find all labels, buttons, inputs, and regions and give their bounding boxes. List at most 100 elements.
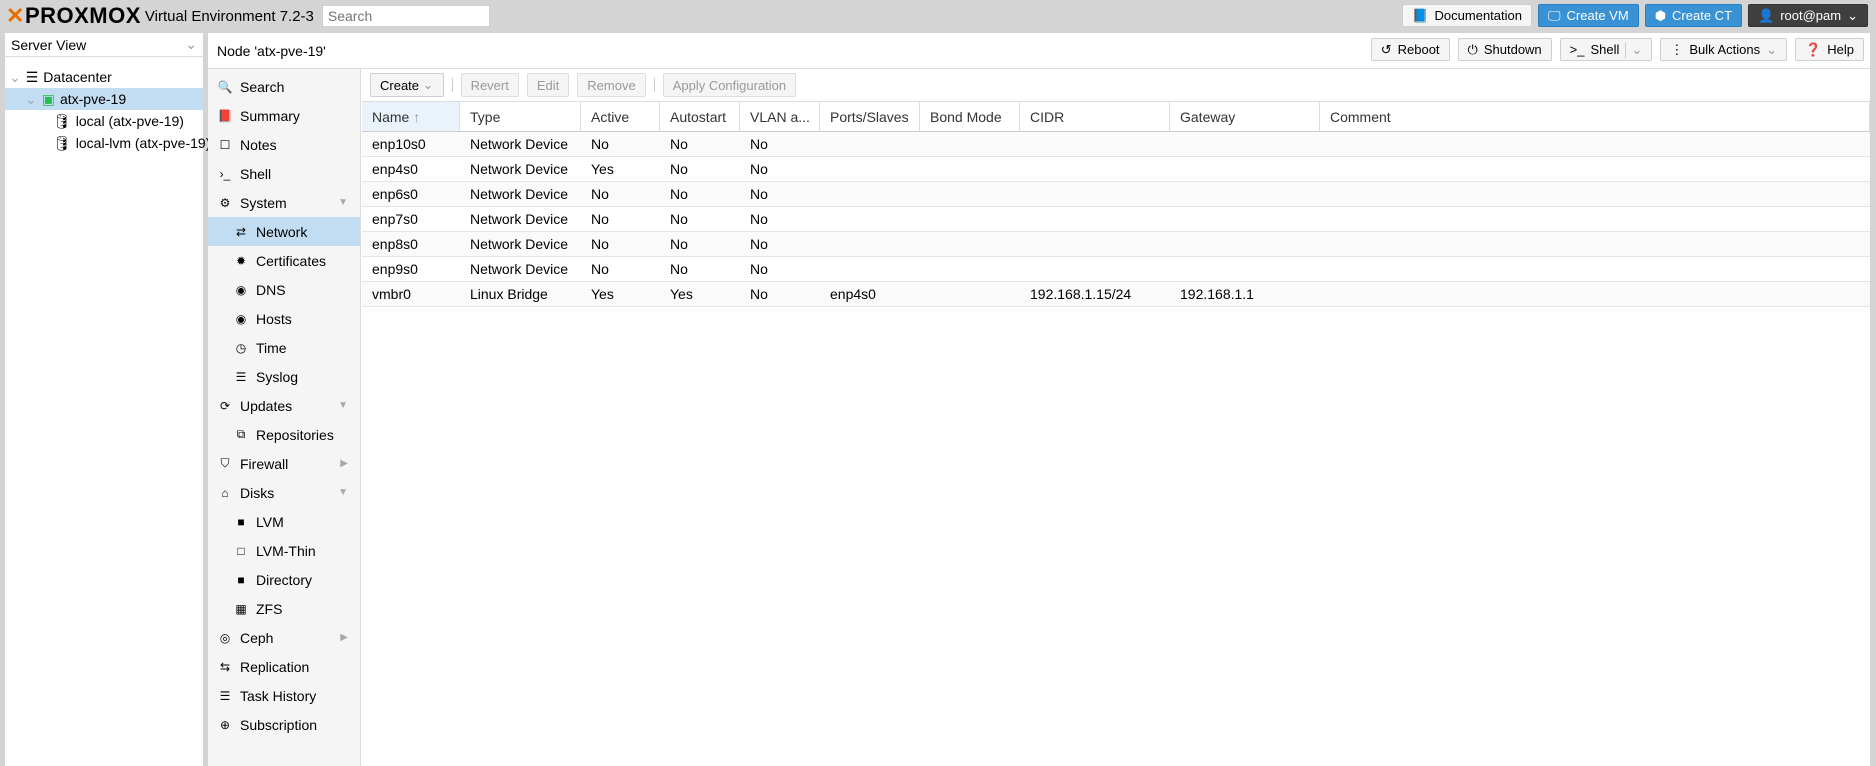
nav-item-replication[interactable]: ⇆ Replication bbox=[208, 652, 360, 681]
expand-arrow-icon[interactable]: ▶ bbox=[340, 458, 348, 469]
global-search-input[interactable] bbox=[321, 5, 490, 27]
server-view-select[interactable]: Server View ⌄ bbox=[5, 33, 203, 57]
reboot-button[interactable]: ↺ Reboot bbox=[1370, 38, 1450, 61]
nav-item-time[interactable]: ◷ Time bbox=[208, 333, 360, 362]
chevron-down-icon: ⌄ bbox=[1847, 7, 1858, 23]
nav-item-task-history[interactable]: ☰ Task History bbox=[208, 681, 360, 710]
column-header[interactable]: Name ↑ bbox=[362, 102, 460, 131]
table-cell: 192.168.1.1 bbox=[1180, 286, 1254, 302]
nav-item-firewall[interactable]: ⛉ Firewall ▶ bbox=[208, 449, 360, 478]
column-label: Ports/Slaves bbox=[830, 108, 909, 125]
drive-icon: ⌂ bbox=[221, 485, 229, 500]
apply-configuration-button[interactable]: Apply Configuration bbox=[662, 73, 797, 97]
column-header[interactable]: Comment bbox=[1320, 102, 1870, 131]
nav-item-certificates[interactable]: ✹ Certificates bbox=[208, 246, 360, 275]
table-row[interactable]: enp10s0 Network Device No No No bbox=[362, 132, 1870, 157]
nav-item-repositories[interactable]: ⧉ Repositories bbox=[208, 420, 360, 449]
chevron-down-icon: ⌄ bbox=[422, 77, 434, 92]
shell-button[interactable]: >_ Shell ⌄ bbox=[1559, 38, 1653, 61]
divider bbox=[653, 78, 655, 92]
table-row[interactable]: enp9s0 Network Device No No No bbox=[362, 257, 1870, 282]
chevron-down-icon: ⌄ bbox=[185, 36, 197, 52]
tree-item-datacenter[interactable]: ⌄ ☰ Datacenter bbox=[5, 66, 203, 88]
table-row[interactable]: enp8s0 Network Device No No No bbox=[362, 232, 1870, 257]
table-cell: Linux Bridge bbox=[470, 286, 548, 302]
node-title: Node 'atx-pve-19' bbox=[217, 42, 326, 59]
user-label: root@pam bbox=[1780, 8, 1842, 23]
nav-item-network[interactable]: ⇄ Network bbox=[208, 217, 360, 246]
nav-item-ceph[interactable]: ◎ Ceph ▶ bbox=[208, 623, 360, 652]
cube-icon: ⬢ bbox=[1654, 7, 1667, 23]
nav-item-system[interactable]: ⚙ System ▼ bbox=[208, 188, 360, 217]
nav-item-summary[interactable]: 📕 Summary bbox=[208, 101, 360, 130]
table-row[interactable]: enp7s0 Network Device No No No bbox=[362, 207, 1870, 232]
nav-item-updates[interactable]: ⟳ Updates ▼ bbox=[208, 391, 360, 420]
table-cell: Network Device bbox=[470, 261, 569, 277]
expand-arrow-icon[interactable]: ▼ bbox=[338, 197, 348, 208]
chevron-down-icon: ⌄ bbox=[1766, 41, 1778, 57]
nav-item-zfs[interactable]: ▦ ZFS bbox=[208, 594, 360, 623]
help-button[interactable]: ❓ Help bbox=[1795, 38, 1864, 61]
revert-button[interactable]: Revert bbox=[460, 73, 519, 97]
server-view-label: Server View bbox=[11, 36, 87, 53]
help-icon: ❓ bbox=[1805, 41, 1822, 57]
expand-icon[interactable]: ⌄ bbox=[25, 91, 37, 108]
table-cell: enp9s0 bbox=[372, 261, 418, 277]
nav-label: System bbox=[240, 194, 287, 211]
table-row[interactable]: vmbr0 Linux Bridge Yes Yes No enp4s0 192.168.1… bbox=[362, 282, 1870, 307]
nav-item-search[interactable]: 🔍 Search bbox=[208, 72, 360, 101]
column-header[interactable]: Ports/Slaves bbox=[820, 102, 920, 131]
expand-icon[interactable]: ⌄ bbox=[9, 69, 21, 86]
column-label: VLAN a... bbox=[750, 108, 810, 125]
create-button[interactable]: Create ⌄ bbox=[370, 73, 444, 97]
note-icon: ☐ bbox=[219, 137, 231, 152]
column-header[interactable]: CIDR bbox=[1020, 102, 1170, 131]
column-header[interactable]: VLAN a... bbox=[740, 102, 820, 131]
nav-item-notes[interactable]: ☐ Notes bbox=[208, 130, 360, 159]
shutdown-label: Shutdown bbox=[1483, 42, 1542, 57]
logo-text: PROXMOX bbox=[24, 3, 141, 28]
nav-item-directory[interactable]: ■ Directory bbox=[208, 565, 360, 594]
nav-item-disks[interactable]: ⌂ Disks ▼ bbox=[208, 478, 360, 507]
reboot-label: Reboot bbox=[1397, 42, 1440, 57]
documentation-button[interactable]: 📘 Documentation bbox=[1402, 4, 1532, 27]
nav-item-shell[interactable]: ›_ Shell bbox=[208, 159, 360, 188]
table-row[interactable]: enp6s0 Network Device No No No bbox=[362, 182, 1870, 207]
remove-button[interactable]: Remove bbox=[577, 73, 646, 97]
nav-item-dns[interactable]: ◉ DNS bbox=[208, 275, 360, 304]
shutdown-button[interactable]: ⏻ Shutdown bbox=[1457, 38, 1552, 61]
bulk-actions-button[interactable]: ⋮ Bulk Actions ⌄ bbox=[1660, 38, 1788, 61]
column-header[interactable]: Autostart bbox=[660, 102, 740, 131]
nav-item-lvm[interactable]: ■ LVM bbox=[208, 507, 360, 536]
nav-item-syslog[interactable]: ☰ Syslog bbox=[208, 362, 360, 391]
expand-arrow-icon[interactable]: ▼ bbox=[338, 487, 348, 498]
create-vm-button[interactable]: 🖵 Create VM bbox=[1538, 4, 1639, 27]
user-menu-button[interactable]: 👤 root@pam ⌄ bbox=[1748, 4, 1868, 27]
tree-item-storage-local-lvm[interactable]: 🛢 local-lvm (atx-pve-19) bbox=[5, 132, 210, 154]
nav-label: DNS bbox=[256, 281, 286, 298]
column-header[interactable]: Bond Mode bbox=[920, 102, 1020, 131]
expand-arrow-icon[interactable]: ▼ bbox=[338, 400, 348, 411]
column-header[interactable]: Gateway bbox=[1170, 102, 1320, 131]
edit-button[interactable]: Edit bbox=[526, 73, 570, 97]
create-ct-button[interactable]: ⬢ Create CT bbox=[1644, 4, 1743, 27]
nav-item-subscription[interactable]: ⊕ Subscription bbox=[208, 710, 360, 739]
table-cell: 192.168.1.15/24 bbox=[1030, 286, 1132, 302]
table-cell: No bbox=[670, 136, 688, 152]
tree-item-storage-local[interactable]: 🛢 local (atx-pve-19) bbox=[5, 110, 203, 132]
nav-item-hosts[interactable]: ◉ Hosts bbox=[208, 304, 360, 333]
nav-label: Directory bbox=[256, 571, 313, 588]
chevron-down-icon[interactable]: ⌄ bbox=[1625, 41, 1642, 58]
table-cell: No bbox=[750, 211, 768, 227]
nav-label: ZFS bbox=[256, 600, 283, 617]
nav-item-lvm-thin[interactable]: □ LVM-Thin bbox=[208, 536, 360, 565]
expand-arrow-icon[interactable]: ▶ bbox=[340, 632, 348, 643]
column-header[interactable]: Type bbox=[460, 102, 581, 131]
table-cell: No bbox=[750, 261, 768, 277]
column-header[interactable]: Active bbox=[581, 102, 660, 131]
list-icon: ☰ bbox=[235, 369, 247, 384]
tree-item-node[interactable]: ⌄ ▣ atx-pve-19 bbox=[5, 88, 203, 110]
table-row[interactable]: enp4s0 Network Device Yes No No bbox=[362, 157, 1870, 182]
table-cell: Yes bbox=[670, 286, 693, 302]
exchange-icon: ⇄ bbox=[235, 224, 247, 239]
